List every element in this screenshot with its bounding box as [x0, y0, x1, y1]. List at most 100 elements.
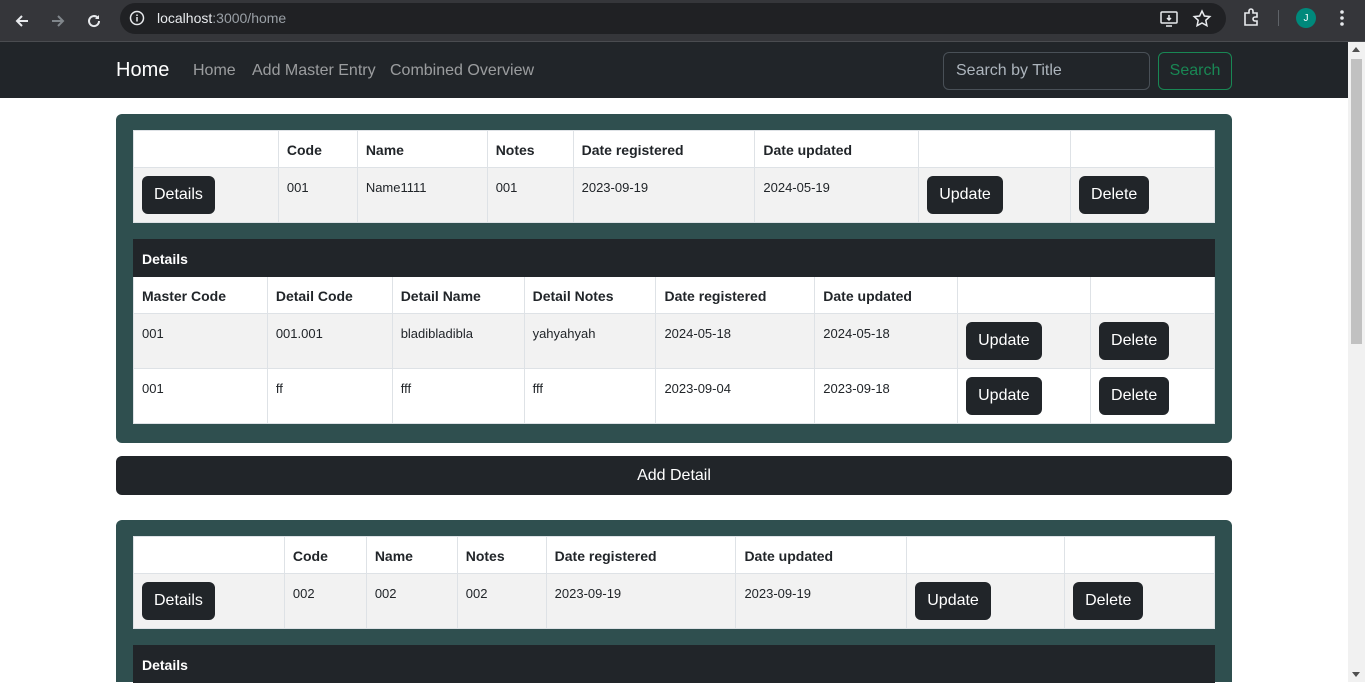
details-title-row: Details	[133, 239, 1215, 277]
master-table: Code Name Notes Date registered Date upd…	[133, 130, 1215, 223]
table-row: 001 ff fff fff 2023-09-04 2023-09-18 Upd…	[133, 368, 1215, 424]
install-app-icon[interactable]	[1159, 9, 1179, 29]
forward-arrow-icon[interactable]	[43, 6, 73, 36]
add-detail-button[interactable]: Add Detail	[116, 456, 1232, 495]
delete-button[interactable]: Delete	[1099, 377, 1170, 415]
table-cell: 002	[283, 573, 367, 629]
table-cell: 2023-09-19	[735, 573, 908, 629]
search-input[interactable]	[943, 52, 1150, 90]
details-table: Details Master Code Detail Code Detail N…	[133, 239, 1215, 424]
table-header: Date updated	[735, 536, 908, 574]
table-cell: Update	[918, 167, 1072, 223]
table-header	[133, 536, 285, 574]
update-button[interactable]: Update	[966, 377, 1042, 415]
table-cell: Delete	[1090, 313, 1215, 369]
table-cell: 002	[365, 573, 458, 629]
table-cell: Update	[906, 573, 1066, 629]
table-header	[1090, 276, 1215, 314]
table-header: Name	[356, 130, 488, 168]
nav-link-add-master-entry[interactable]: Add Master Entry	[252, 62, 376, 80]
master-table: Code Name Notes Date registered Date upd…	[133, 536, 1215, 629]
table-cell: 2024-05-19	[754, 167, 920, 223]
table-header-row: Code Name Notes Date registered Date upd…	[133, 130, 1215, 168]
toolbar-divider	[1278, 10, 1279, 26]
table-cell: 001	[133, 313, 268, 369]
table-cell: 001	[277, 167, 358, 223]
table-cell: 001	[133, 368, 268, 424]
extensions-icon[interactable]	[1241, 7, 1263, 29]
table-header: Date updated	[814, 276, 959, 314]
table-cell: 2023-09-18	[814, 368, 959, 424]
scroll-up-arrow-icon[interactable]	[1352, 47, 1360, 52]
table-header	[918, 130, 1072, 168]
update-button[interactable]: Update	[966, 322, 1042, 360]
url-path: :3000/home	[212, 10, 287, 26]
table-header: Notes	[456, 536, 547, 574]
table-header	[957, 276, 1092, 314]
nav-link-combined-overview[interactable]: Combined Overview	[390, 62, 534, 80]
table-cell: Delete	[1070, 167, 1215, 223]
table-header: Date registered	[655, 276, 816, 314]
table-cell: Name1111	[356, 167, 488, 223]
details-table-wrapper: Details Master Code Detail Code Detail N…	[133, 239, 1215, 424]
profile-avatar[interactable]: J	[1296, 8, 1316, 28]
details-button[interactable]: Details	[142, 582, 215, 620]
search-button[interactable]: Search	[1158, 52, 1232, 90]
table-header: Detail Name	[391, 276, 525, 314]
table-header	[1064, 536, 1215, 574]
details-button[interactable]: Details	[142, 176, 215, 214]
table-cell: 2023-09-19	[572, 167, 756, 223]
table-cell: 2023-09-04	[655, 368, 816, 424]
delete-button[interactable]: Delete	[1099, 322, 1170, 360]
scroll-down-arrow-icon[interactable]	[1352, 672, 1360, 677]
table-row: 001 001.001 bladibladibla yahyahyah 2024…	[133, 313, 1215, 369]
details-title-row: Details	[133, 645, 1215, 683]
url-text: localhost:3000/home	[157, 10, 286, 26]
back-arrow-icon[interactable]	[7, 6, 37, 36]
table-cell: Delete	[1090, 368, 1215, 424]
table-cell: yahyahyah	[523, 313, 657, 369]
table-cell: fff	[523, 368, 657, 424]
table-cell: Delete	[1064, 573, 1215, 629]
table-header-row: Master Code Detail Code Detail Name Deta…	[133, 276, 1215, 314]
update-button[interactable]: Update	[927, 176, 1003, 214]
table-row: Details 002 002 002 2023-09-19 2023-09-1…	[133, 573, 1215, 629]
delete-button[interactable]: Delete	[1079, 176, 1150, 214]
table-header: Date registered	[545, 536, 737, 574]
table-header: Master Code	[133, 276, 268, 314]
details-table-wrapper: Details	[133, 645, 1215, 683]
scrollbar-thumb[interactable]	[1351, 59, 1362, 344]
table-cell: fff	[391, 368, 525, 424]
master-table-wrapper: Code Name Notes Date registered Date upd…	[133, 536, 1215, 629]
table-cell: 2024-05-18	[814, 313, 959, 369]
details-table: Details	[133, 645, 1215, 683]
nav-link-home[interactable]: Home	[193, 62, 236, 80]
reload-icon[interactable]	[79, 6, 109, 36]
table-cell: Details	[133, 573, 285, 629]
table-row: Details 001 Name1111 001 2023-09-19 2024…	[133, 167, 1215, 223]
more-menu-icon[interactable]	[1333, 8, 1351, 28]
table-cell: 001.001	[266, 313, 393, 369]
update-button[interactable]: Update	[915, 582, 991, 620]
table-header: Code	[283, 536, 367, 574]
table-header: Notes	[486, 130, 574, 168]
page-scrollbar[interactable]	[1348, 42, 1365, 682]
table-header: Name	[365, 536, 458, 574]
delete-button[interactable]: Delete	[1073, 582, 1144, 620]
url-host: localhost	[157, 10, 213, 26]
table-cell: 2024-05-18	[655, 313, 816, 369]
table-header-row: Code Name Notes Date registered Date upd…	[133, 536, 1215, 574]
app-navbar: Home Home Add Master Entry Combined Over…	[0, 42, 1348, 98]
master-card: Code Name Notes Date registered Date upd…	[116, 520, 1232, 683]
table-header: Detail Notes	[523, 276, 657, 314]
table-cell: Details	[133, 167, 279, 223]
table-cell: 2023-09-19	[545, 573, 737, 629]
master-card: Code Name Notes Date registered Date upd…	[116, 114, 1232, 443]
table-cell: Update	[957, 368, 1092, 424]
table-header: Code	[277, 130, 358, 168]
site-info-icon[interactable]	[129, 10, 145, 26]
address-bar[interactable]: localhost:3000/home	[120, 3, 1226, 34]
navbar-brand[interactable]: Home	[116, 59, 169, 82]
details-title: Details	[133, 239, 1215, 277]
bookmark-star-icon[interactable]	[1192, 9, 1212, 29]
